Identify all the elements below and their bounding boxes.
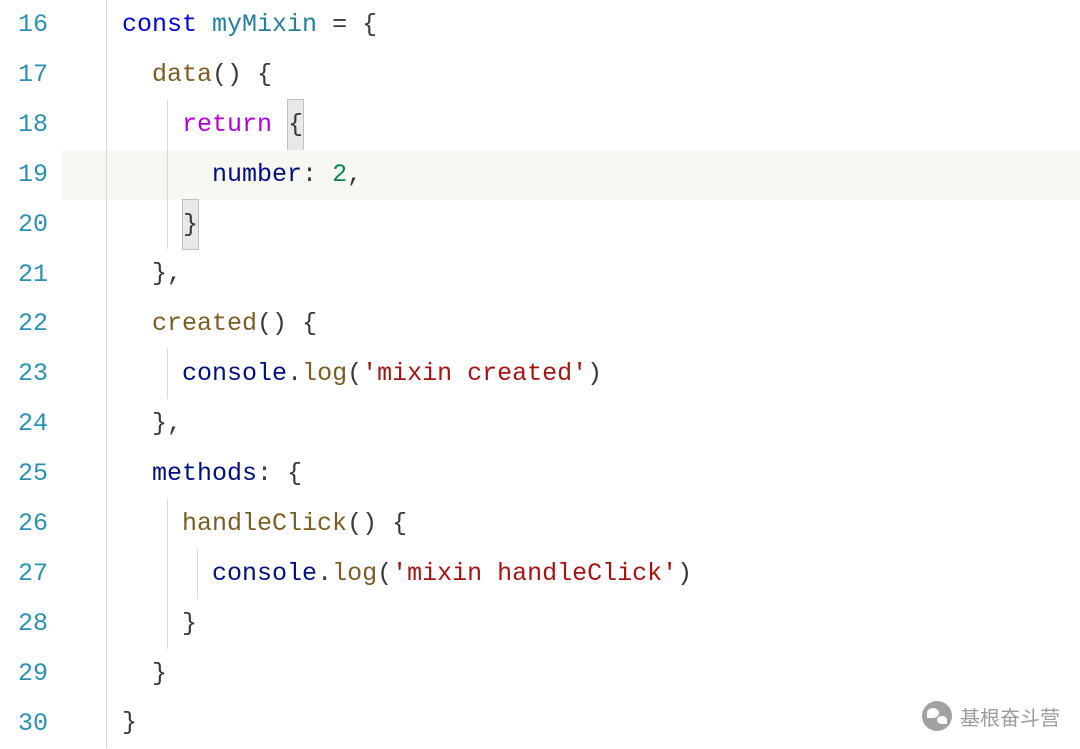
code-line[interactable]: } bbox=[62, 200, 1080, 250]
code-line[interactable]: const myMixin = { bbox=[62, 0, 1080, 50]
brace: } bbox=[182, 599, 197, 649]
code-line[interactable]: created() { bbox=[62, 299, 1080, 349]
brace: } bbox=[152, 399, 167, 449]
line-number: 22 bbox=[8, 299, 48, 349]
method-name: handleClick bbox=[182, 499, 347, 549]
brace: { bbox=[362, 0, 377, 50]
code-line[interactable]: handleClick() { bbox=[62, 499, 1080, 549]
code-line[interactable]: methods: { bbox=[62, 449, 1080, 499]
wechat-icon bbox=[922, 701, 952, 731]
code-line[interactable]: }, bbox=[62, 249, 1080, 299]
keyword-const: const bbox=[122, 0, 197, 50]
line-number-gutter: 16 17 18 19 20 21 22 23 24 25 26 27 28 2… bbox=[0, 0, 62, 749]
property-name: number bbox=[212, 150, 302, 200]
object: console bbox=[212, 549, 317, 599]
keyword-return: return bbox=[182, 100, 272, 150]
brace: { bbox=[257, 50, 272, 100]
number-literal: 2 bbox=[332, 150, 347, 200]
line-number: 29 bbox=[8, 649, 48, 699]
string-literal: 'mixin handleClick' bbox=[392, 549, 677, 599]
line-number: 24 bbox=[8, 399, 48, 449]
code-content[interactable]: const myMixin = { data() { return { numb… bbox=[62, 0, 1080, 749]
object: console bbox=[182, 349, 287, 399]
method-name: created bbox=[152, 299, 257, 349]
brace: { bbox=[392, 499, 407, 549]
brace-highlighted: } bbox=[182, 199, 199, 251]
brace: } bbox=[152, 649, 167, 699]
line-number: 18 bbox=[8, 100, 48, 150]
brace: { bbox=[302, 299, 317, 349]
line-number: 27 bbox=[8, 549, 48, 599]
watermark-text: 基根奋斗营 bbox=[960, 702, 1060, 731]
code-line[interactable]: }, bbox=[62, 399, 1080, 449]
line-number: 20 bbox=[8, 200, 48, 250]
code-line[interactable]: data() { bbox=[62, 50, 1080, 100]
line-number: 19 bbox=[8, 150, 48, 200]
line-number: 21 bbox=[8, 250, 48, 300]
method-call: log bbox=[302, 349, 347, 399]
code-line[interactable]: } bbox=[62, 649, 1080, 699]
line-number: 26 bbox=[8, 499, 48, 549]
brace-highlighted: { bbox=[287, 99, 304, 151]
operator: = bbox=[332, 0, 347, 50]
method-name: data bbox=[152, 50, 212, 100]
line-number: 16 bbox=[8, 0, 48, 50]
identifier: myMixin bbox=[212, 0, 317, 50]
brace: { bbox=[287, 449, 302, 499]
line-number: 25 bbox=[8, 449, 48, 499]
brace: } bbox=[122, 698, 137, 748]
code-editor[interactable]: 16 17 18 19 20 21 22 23 24 25 26 27 28 2… bbox=[0, 0, 1080, 749]
line-number: 30 bbox=[8, 699, 48, 749]
watermark: 基根奋斗营 bbox=[922, 701, 1060, 731]
code-line[interactable]: console.log('mixin created') bbox=[62, 349, 1080, 399]
method-call: log bbox=[332, 549, 377, 599]
brace: } bbox=[152, 249, 167, 299]
code-line-current[interactable]: number: 2, bbox=[62, 150, 1080, 200]
string-literal: 'mixin created' bbox=[362, 349, 587, 399]
code-line[interactable]: console.log('mixin handleClick') bbox=[62, 549, 1080, 599]
line-number: 28 bbox=[8, 599, 48, 649]
property-name: methods bbox=[152, 449, 257, 499]
line-number: 23 bbox=[8, 349, 48, 399]
code-line[interactable]: } bbox=[62, 599, 1080, 649]
code-line[interactable]: return { bbox=[62, 100, 1080, 150]
line-number: 17 bbox=[8, 50, 48, 100]
